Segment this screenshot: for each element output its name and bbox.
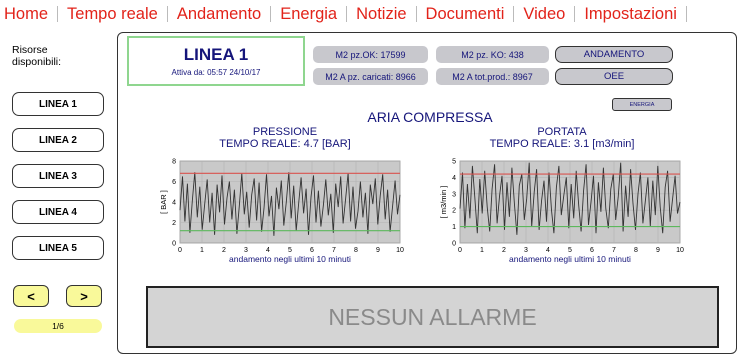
pressione-x-tick-label: 0 xyxy=(178,247,182,254)
portata-x-tick-label: 10 xyxy=(676,247,684,254)
portata-y-tick-label: 1 xyxy=(452,224,456,231)
nav-documenti[interactable]: Documenti xyxy=(426,5,505,24)
nav-home[interactable]: Home xyxy=(4,5,48,24)
pressione-x-axis-label: andamento negli ultimi 10 minuti xyxy=(229,254,351,264)
portata-x-tick-label: 1 xyxy=(480,247,484,254)
pressione-header: PRESSIONE TEMPO REALE: 4.7 [BAR] xyxy=(185,126,385,150)
line-active-since: Attiva da: 05:57 24/10/17 xyxy=(171,68,261,77)
nav-notizie[interactable]: Notizie xyxy=(356,5,406,24)
portata-x-tick-label: 9 xyxy=(656,247,660,254)
pressione-title: PRESSIONE xyxy=(252,126,318,138)
pressione-x-tick-label: 7 xyxy=(332,247,336,254)
portata-y-tick-label: 3 xyxy=(452,191,456,198)
portata-y-tick-label: 5 xyxy=(452,159,456,166)
pressione-y-tick-label: 4 xyxy=(172,200,176,207)
next-page-button[interactable]: > xyxy=(66,285,102,307)
nav-divider xyxy=(574,6,576,22)
energia-button[interactable]: ENERGIA xyxy=(612,98,672,111)
portata-y-tick-label: 0 xyxy=(452,241,456,248)
sidebar-title: Risorse disponibili: xyxy=(12,44,61,68)
oee-button[interactable]: OEE xyxy=(555,68,673,85)
sidebar-item-linea-2[interactable]: LINEA 2 xyxy=(12,128,104,152)
top-nav: Home Tempo reale Andamento Energia Notiz… xyxy=(0,0,745,28)
portata-y-tick-label: 4 xyxy=(452,175,456,182)
nav-divider xyxy=(346,6,348,22)
pressione-x-tick-label: 2 xyxy=(222,247,226,254)
portata-y-axis-label: [ m3/min ] xyxy=(439,186,448,219)
sidebar-item-linea-3[interactable]: LINEA 3 xyxy=(12,164,104,188)
stat-pz-ko: M2 pz. KO: 438 xyxy=(436,46,549,63)
line-info-card: LINEA 1 Attiva da: 05:57 24/10/17 xyxy=(127,36,305,86)
nav-energia[interactable]: Energia xyxy=(280,5,337,24)
sidebar-title-line2: disponibili: xyxy=(12,56,62,68)
nav-divider xyxy=(415,6,417,22)
pressione-x-tick-label: 4 xyxy=(266,247,270,254)
pressione-y-tick-label: 8 xyxy=(172,159,176,166)
stat-pz-caricati: M2 A pz. caricati: 8966 xyxy=(313,68,428,85)
pressione-x-tick-label: 1 xyxy=(200,247,204,254)
portata-x-tick-label: 6 xyxy=(590,247,594,254)
portata-x-tick-label: 8 xyxy=(634,247,638,254)
nav-andamento[interactable]: Andamento xyxy=(177,5,261,24)
pressione-realtime: TEMPO REALE: 4.7 [BAR] xyxy=(219,138,351,150)
portata-chart: 0 1 2 3 4 5 6 7 8 9 10012345andamento negli ultimi… xyxy=(439,159,684,265)
pressione-x-tick-label: 6 xyxy=(310,247,314,254)
portata-y-tick-label: 2 xyxy=(452,208,456,215)
sidebar-item-linea-5[interactable]: LINEA 5 xyxy=(12,236,104,260)
alarm-status: NESSUN ALLARME xyxy=(146,286,719,348)
portata-x-tick-label: 4 xyxy=(546,247,550,254)
portata-x-tick-label: 7 xyxy=(612,247,616,254)
line-title: LINEA 1 xyxy=(183,45,249,64)
pressione-y-axis-label: [ BAR ] xyxy=(159,190,168,214)
portata-x-tick-label: 2 xyxy=(502,247,506,254)
sidebar-title-line1: Risorse xyxy=(12,44,48,56)
nav-video[interactable]: Video xyxy=(523,5,565,24)
portata-realtime: TEMPO REALE: 3.1 [m3/min] xyxy=(489,138,635,150)
portata-x-axis-label: andamento negli ultimi 10 minuti xyxy=(509,254,631,264)
pressione-y-tick-label: 6 xyxy=(172,179,176,186)
portata-x-tick-label: 3 xyxy=(524,247,528,254)
portata-x-tick-label: 0 xyxy=(458,247,462,254)
pressione-y-tick-label: 0 xyxy=(172,241,176,248)
prev-page-button[interactable]: < xyxy=(13,285,49,307)
pressione-x-tick-label: 8 xyxy=(354,247,358,254)
sidebar-item-linea-4[interactable]: LINEA 4 xyxy=(12,200,104,224)
pressione-chart: 0 1 2 3 4 5 6 7 8 9 1002468andamento negli ultimi … xyxy=(159,159,404,265)
portata-x-tick-label: 5 xyxy=(568,247,572,254)
section-title: ARIA COMPRESSA xyxy=(367,109,493,125)
pressione-y-tick-label: 2 xyxy=(172,220,176,227)
pressione-x-tick-label: 10 xyxy=(396,247,404,254)
stat-tot-prod: M2 A tot.prod.: 8967 xyxy=(436,68,549,85)
page-indicator: 1/6 xyxy=(14,319,102,333)
nav-impostazioni[interactable]: Impostazioni xyxy=(584,5,677,24)
nav-divider xyxy=(166,6,168,22)
sidebar-item-linea-1[interactable]: LINEA 1 xyxy=(12,92,104,116)
pressione-x-tick-label: 3 xyxy=(244,247,248,254)
nav-tempo-reale[interactable]: Tempo reale xyxy=(67,5,158,24)
nav-divider xyxy=(685,6,687,22)
nav-divider xyxy=(57,6,59,22)
portata-header: PORTATA TEMPO REALE: 3.1 [m3/min] xyxy=(462,126,662,150)
andamento-button[interactable]: ANDAMENTO xyxy=(555,46,673,63)
portata-title: PORTATA xyxy=(537,126,587,138)
pressione-x-tick-label: 5 xyxy=(288,247,292,254)
stat-pz-ok: M2 pz.OK: 17599 xyxy=(313,46,428,63)
nav-divider xyxy=(270,6,272,22)
nav-divider xyxy=(513,6,515,22)
pressione-x-tick-label: 9 xyxy=(376,247,380,254)
